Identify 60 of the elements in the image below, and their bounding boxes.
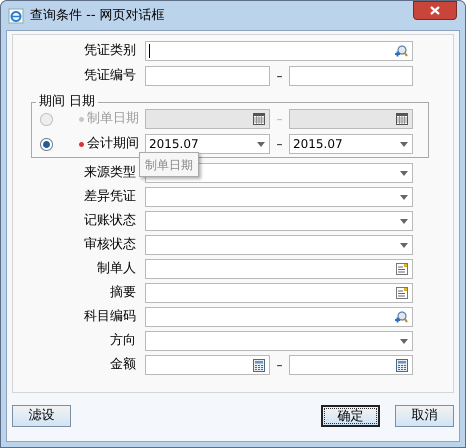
dialog-button[interactable]: 取消 — [395, 405, 454, 427]
input-field[interactable] — [145, 259, 413, 279]
dropdown-field[interactable] — [145, 331, 413, 351]
dropdown-arrow-icon[interactable] — [400, 218, 408, 224]
dropdown-arrow-icon[interactable] — [400, 142, 408, 146]
field-label: 差异凭证 — [83, 188, 137, 206]
input-field[interactable] — [145, 355, 270, 375]
calculator-icon[interactable] — [396, 358, 408, 372]
dropdown-arrow-icon[interactable] — [400, 338, 408, 344]
dropdown-field[interactable] — [145, 211, 413, 231]
option-label: 会计期间 — [87, 135, 139, 154]
calculator-icon[interactable] — [253, 358, 265, 372]
dropdown-field[interactable] — [145, 187, 413, 207]
search-icon[interactable] — [394, 44, 408, 58]
field-label: 凭证类别 — [83, 42, 137, 60]
dropdown-arrow-icon[interactable] — [257, 142, 265, 146]
dialog-button[interactable]: 确定 — [321, 405, 380, 427]
dropdown-arrow-icon[interactable] — [400, 170, 408, 176]
input-field[interactable] — [145, 307, 413, 327]
calendar-icon[interactable] — [253, 113, 265, 125]
note-icon[interactable] — [396, 287, 408, 299]
tooltip: 制单日期 — [139, 152, 199, 177]
dropdown-arrow-icon[interactable] — [400, 194, 408, 200]
calendar-icon[interactable] — [396, 113, 408, 125]
dropdown-field[interactable]: 2015.07 — [145, 134, 270, 154]
input-field[interactable] — [145, 283, 413, 303]
range-separator: – — [276, 136, 284, 153]
range-separator: – — [276, 357, 284, 374]
close-icon — [430, 6, 440, 15]
field-value: 2015.07 — [293, 138, 343, 150]
search-icon[interactable] — [394, 310, 408, 324]
browser-logo-icon — [8, 8, 24, 24]
field-label: 记账状态 — [83, 212, 137, 230]
input-field[interactable] — [145, 66, 270, 86]
field-label: 金额 — [109, 356, 137, 374]
dropdown-field[interactable] — [145, 235, 413, 255]
field-label: 摘要 — [109, 284, 137, 302]
range-separator: – — [276, 68, 284, 85]
field-label: 方向 — [109, 332, 137, 350]
dialog-button[interactable]: 滤设 — [12, 405, 71, 427]
field-label: 制单人 — [96, 260, 137, 278]
field-label: 科目编码 — [83, 308, 137, 326]
input-field[interactable] — [289, 355, 413, 375]
dropdown-arrow-icon[interactable] — [400, 242, 408, 248]
field-label: 审核状态 — [83, 236, 137, 254]
input-field[interactable] — [289, 109, 413, 129]
group-title: 期间 日期 — [38, 95, 96, 109]
input-field[interactable] — [145, 41, 413, 61]
note-icon[interactable] — [396, 263, 408, 275]
field-label: 凭证编号 — [83, 67, 137, 86]
option-label: 制单日期 — [87, 110, 139, 128]
input-field[interactable] — [289, 66, 413, 86]
range-separator: – — [276, 111, 284, 128]
field-value: 2015.07 — [149, 138, 199, 150]
close-button[interactable] — [413, 1, 457, 20]
radio-button[interactable] — [40, 138, 52, 150]
window-title: 查询条件 -- 网页对话框 — [30, 6, 165, 25]
dropdown-field[interactable]: 2015.07 — [289, 134, 413, 154]
field-label: 来源类型 — [83, 164, 137, 182]
input-field[interactable] — [145, 109, 270, 129]
